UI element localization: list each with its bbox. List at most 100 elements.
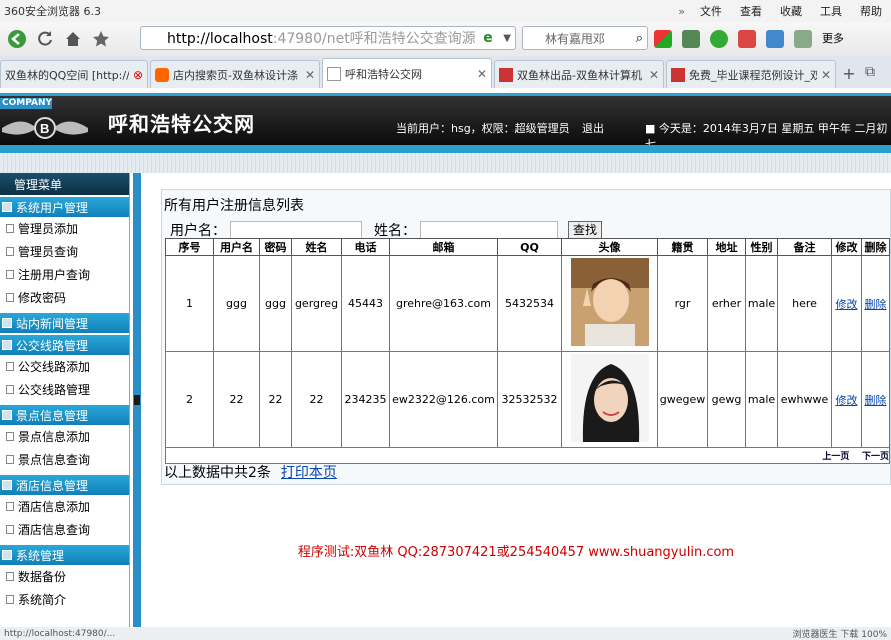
menu-view[interactable]: 查看 xyxy=(731,3,771,19)
sidebar-item-admin-query[interactable]: 管理员查询 xyxy=(0,240,129,263)
sidebar: 管理菜单 系统用户管理 管理员添加 管理员查询 注册用户查询 修改密码 站内新闻… xyxy=(0,173,130,627)
winged-logo-icon: B xyxy=(0,108,90,148)
browser-titlebar: 360安全浏览器 6.3 » 文件 查看 收藏 工具 帮助 xyxy=(0,0,891,22)
tab-3-active[interactable]: 呼和浩特公交网 ✕ xyxy=(322,58,492,88)
media-icon[interactable] xyxy=(682,30,700,48)
menu-tools[interactable]: 工具 xyxy=(811,3,851,19)
sidebar-group-news[interactable]: 站内新闻管理 xyxy=(0,313,129,333)
sidebar-item-admin-add[interactable]: 管理员添加 xyxy=(0,217,129,240)
tab-close-icon[interactable]: ✕ xyxy=(301,68,315,82)
tab-close-icon[interactable]: ✕ xyxy=(645,68,659,82)
name-input[interactable] xyxy=(420,221,558,239)
sidebar-item-bus-line-add[interactable]: 公交线路添加 xyxy=(0,355,129,378)
status-right[interactable]: 浏览器医生 下载 100% xyxy=(793,627,891,640)
sidebar-group-bus-lines[interactable]: 公交线路管理 xyxy=(0,335,129,355)
col-header: 密码 xyxy=(260,239,292,256)
table-row: 1 ggg ggg gergreg 45443 grehre@163.com 5… xyxy=(166,256,890,352)
sidebar-group-scenic[interactable]: 景点信息管理 xyxy=(0,405,129,425)
sidebar-item-hotel-add[interactable]: 酒店信息添加 xyxy=(0,495,129,518)
back-button[interactable] xyxy=(4,26,30,52)
refresh-icon xyxy=(35,29,55,49)
menu-overflow-icon[interactable]: » xyxy=(678,5,691,18)
avatar-photo xyxy=(571,258,649,346)
sidebar-group-hotel[interactable]: 酒店信息管理 xyxy=(0,475,129,495)
folder-icon xyxy=(2,202,12,212)
page-icon xyxy=(6,525,14,534)
edit-link[interactable]: 修改 xyxy=(836,394,858,407)
menu-favorites[interactable]: 收藏 xyxy=(771,3,811,19)
favorite-star-button[interactable] xyxy=(88,26,114,52)
refresh-button[interactable] xyxy=(32,26,58,52)
tab-close-icon[interactable]: ✕ xyxy=(817,68,831,82)
page-icon xyxy=(6,247,14,256)
game-icon[interactable] xyxy=(794,30,812,48)
col-header: 邮箱 xyxy=(390,239,498,256)
sidebar-item-about[interactable]: 系统简介 xyxy=(0,588,129,611)
apps-icon[interactable] xyxy=(654,30,672,48)
sidebar-item-scenic-add[interactable]: 景点信息添加 xyxy=(0,425,129,448)
edit-link[interactable]: 修改 xyxy=(836,298,858,311)
col-header: 姓名 xyxy=(292,239,342,256)
cell-address: gewg xyxy=(708,352,746,448)
svg-text:B: B xyxy=(40,121,49,136)
cell-password: ggg xyxy=(260,256,292,352)
tab-close-icon[interactable]: ⊗ xyxy=(129,68,143,82)
cell-email: ew2322@126.com xyxy=(390,352,498,448)
delete-link[interactable]: 删除 xyxy=(865,394,887,407)
cell-delete: 删除 xyxy=(862,352,890,448)
cell-delete: 删除 xyxy=(862,256,890,352)
shield-icon[interactable] xyxy=(710,30,728,48)
username-input[interactable] xyxy=(230,221,362,239)
sidebar-item-backup[interactable]: 数据备份 xyxy=(0,565,129,588)
table-header-row: 序号 用户名 密码 姓名 电话 邮箱 QQ 头像 籍贯 地址 性别 备注 修改 … xyxy=(166,239,890,256)
search-box[interactable]: 林有嘉甩邓 ⌕ xyxy=(522,26,648,50)
cell-qq: 5432534 xyxy=(498,256,562,352)
more-button[interactable]: 更多 xyxy=(822,30,844,48)
folder-icon xyxy=(2,480,12,490)
star-icon xyxy=(91,29,111,49)
sidebar-group-system[interactable]: 系统管理 xyxy=(0,545,129,565)
print-link[interactable]: 打印本页 xyxy=(281,465,337,481)
collapse-arrow-icon[interactable] xyxy=(134,395,140,405)
tab-list-icon[interactable]: ⧉ xyxy=(860,64,880,88)
tab-2[interactable]: 店内搜索页-双鱼林设计涤 ✕ xyxy=(150,60,320,88)
page-icon xyxy=(6,362,14,371)
screenshot-icon[interactable] xyxy=(766,30,784,48)
sidebar-item-bus-line-manage[interactable]: 公交线路管理 xyxy=(0,378,129,401)
sidebar-splitter[interactable] xyxy=(133,173,141,627)
tab-4[interactable]: 双鱼林出品-双鱼林计算机 ✕ xyxy=(494,60,664,88)
header-accent-bar xyxy=(0,145,891,153)
tab-1[interactable]: 双鱼林的QQ空间 [http:// ⊗ xyxy=(0,60,148,88)
sidebar-group-system-users[interactable]: 系统用户管理 xyxy=(0,197,129,217)
sidebar-item-scenic-query[interactable]: 景点信息查询 xyxy=(0,448,129,471)
sidebar-item-change-password[interactable]: 修改密码 xyxy=(0,286,129,309)
page-icon xyxy=(6,502,14,511)
tab-5[interactable]: 免费_毕业课程范例设计_双 ✕ xyxy=(666,60,836,88)
search-icon[interactable]: ⌕ xyxy=(636,31,647,46)
address-dropdown-icon[interactable]: ▼ xyxy=(503,33,515,44)
tab-strip: 双鱼林的QQ空间 [http:// ⊗ 店内搜索页-双鱼林设计涤 ✕ 呼和浩特公… xyxy=(0,56,891,88)
site-logo: COMPANY B xyxy=(0,96,90,148)
home-button[interactable] xyxy=(60,26,86,52)
translate-icon[interactable] xyxy=(738,30,756,48)
logout-link[interactable]: 退出 xyxy=(582,120,604,136)
name-label: 姓名： xyxy=(374,220,416,240)
prev-page-link[interactable]: 上一页 xyxy=(822,452,849,462)
avatar-photo xyxy=(571,354,649,442)
cell-origin: gwegew xyxy=(658,352,708,448)
sidebar-item-hotel-query[interactable]: 酒店信息查询 xyxy=(0,518,129,541)
next-page-link[interactable]: 下一页 xyxy=(862,452,889,462)
site-icon xyxy=(671,68,685,82)
ie-mode-icon[interactable]: e xyxy=(483,30,499,46)
address-bar[interactable]: http://localhost:47980/net呼和浩特公交查询源 e ▼ xyxy=(140,26,516,50)
address-url[interactable]: http://localhost:47980/net呼和浩特公交查询源 xyxy=(141,28,483,48)
menu-help[interactable]: 帮助 xyxy=(851,3,891,19)
search-input[interactable]: 林有嘉甩邓 xyxy=(523,30,636,47)
delete-link[interactable]: 删除 xyxy=(865,298,887,311)
menu-file[interactable]: 文件 xyxy=(691,3,731,19)
new-tab-button[interactable]: + xyxy=(838,64,860,88)
sidebar-item-registered-users[interactable]: 注册用户查询 xyxy=(0,263,129,286)
search-button[interactable]: 查找 xyxy=(568,221,602,239)
col-header: QQ xyxy=(498,239,562,256)
tab-close-icon[interactable]: ✕ xyxy=(473,67,487,81)
